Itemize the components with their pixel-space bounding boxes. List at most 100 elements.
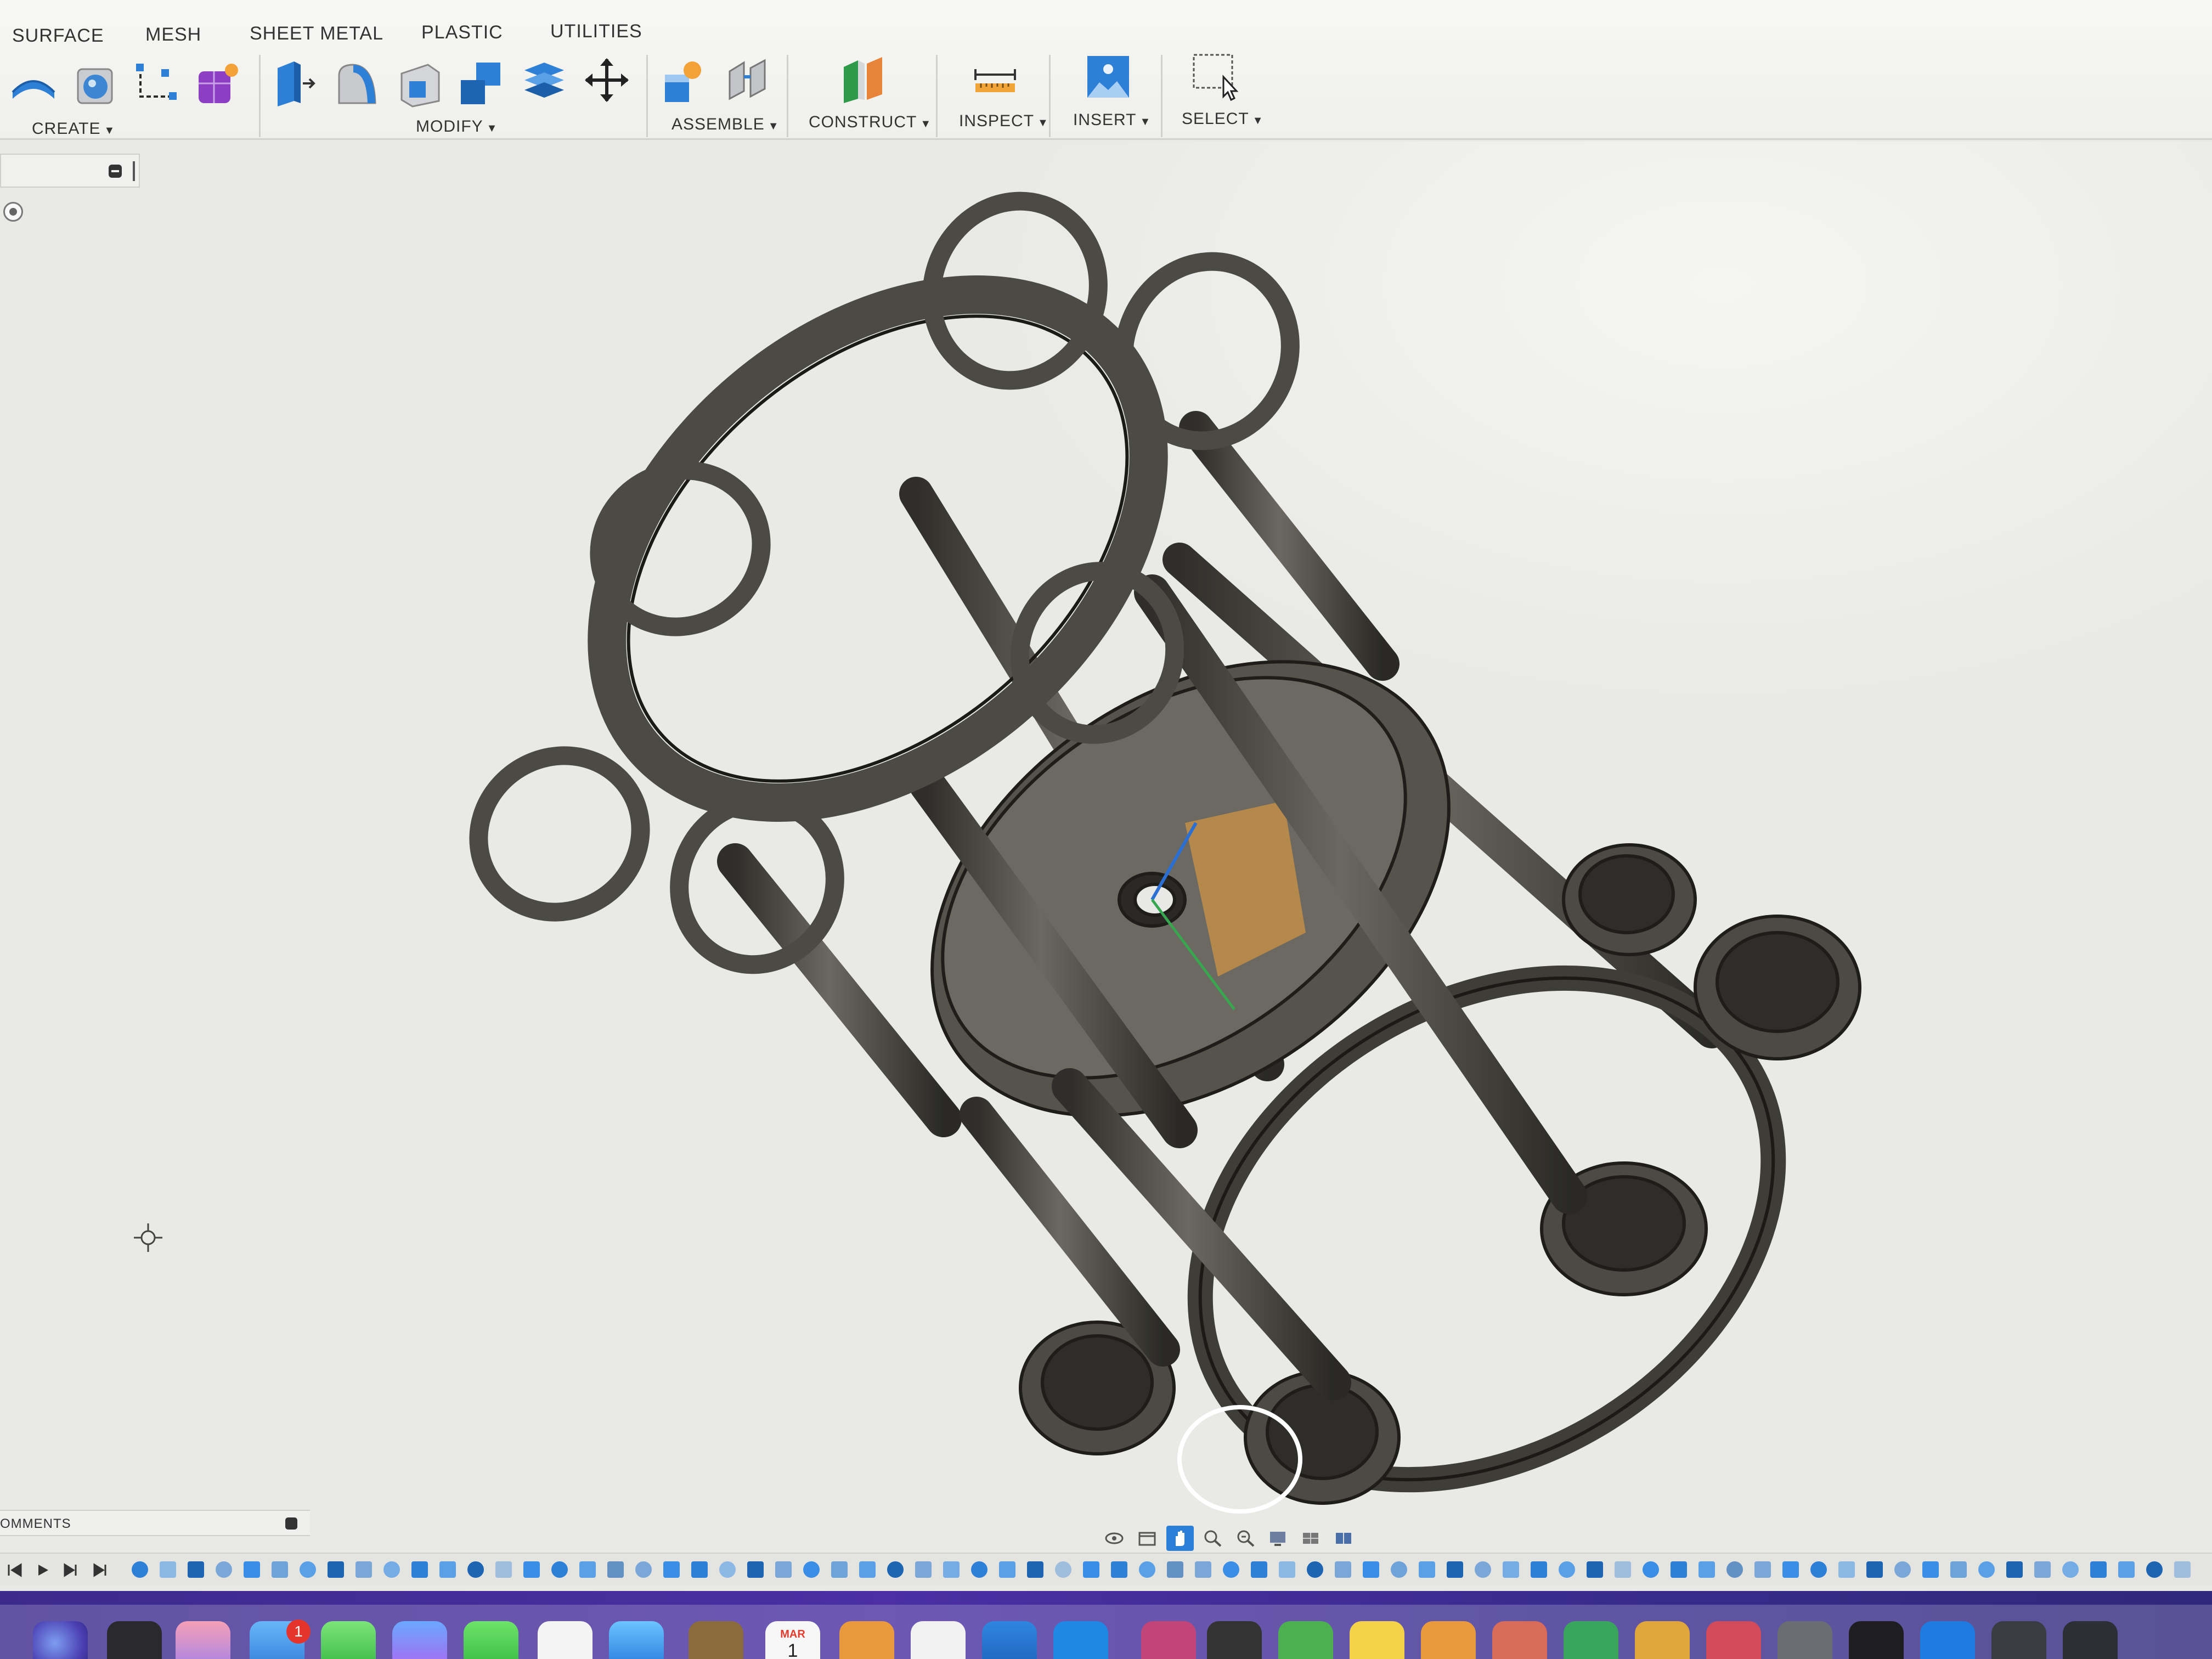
timeline-feature-icon[interactable] bbox=[1978, 1561, 1995, 1578]
timeline-feature-icon[interactable] bbox=[1251, 1561, 1267, 1578]
app-store-icon[interactable] bbox=[1920, 1621, 1975, 1659]
timeline-feature-icon[interactable] bbox=[2090, 1561, 2107, 1578]
timeline-feature-icon[interactable] bbox=[1782, 1561, 1799, 1578]
timeline-feature-icon[interactable] bbox=[523, 1561, 540, 1578]
timeline-feature-icon[interactable] bbox=[1559, 1561, 1575, 1578]
maps-app-icon[interactable] bbox=[1564, 1621, 1618, 1659]
modify-menu[interactable]: MODIFY ▼ bbox=[416, 117, 498, 136]
timeline-feature-icon[interactable] bbox=[831, 1561, 848, 1578]
notes-app-icon[interactable] bbox=[1350, 1621, 1404, 1659]
timeline-feature-icon[interactable] bbox=[859, 1561, 876, 1578]
select-menu[interactable]: SELECT ▼ bbox=[1182, 110, 1264, 128]
music-app-icon[interactable] bbox=[1706, 1621, 1761, 1659]
offset-plane-icon[interactable] bbox=[838, 54, 889, 104]
timeline-feature-icon[interactable] bbox=[747, 1561, 764, 1578]
numbers-app-icon[interactable] bbox=[1278, 1621, 1333, 1659]
timeline-feature-icon[interactable] bbox=[1475, 1561, 1491, 1578]
timeline-feature-icon[interactable] bbox=[132, 1561, 148, 1578]
timeline-feature-icon[interactable] bbox=[2118, 1561, 2135, 1578]
settings-app-icon[interactable] bbox=[1778, 1621, 1832, 1659]
timeline-first-icon[interactable] bbox=[5, 1561, 25, 1579]
revolve-sphere-icon[interactable] bbox=[70, 59, 121, 110]
books-app-icon[interactable] bbox=[1635, 1621, 1690, 1659]
timeline-feature-icon[interactable] bbox=[2062, 1561, 2079, 1578]
tv-app-icon[interactable] bbox=[1849, 1621, 1904, 1659]
timeline-feature-icon[interactable] bbox=[1083, 1561, 1099, 1578]
photos-app-icon[interactable] bbox=[1492, 1621, 1547, 1659]
zoom-icon[interactable] bbox=[1199, 1526, 1227, 1551]
timeline-feature-icon[interactable] bbox=[2174, 1561, 2191, 1578]
pan-icon[interactable] bbox=[1166, 1526, 1194, 1551]
timeline-feature-icon[interactable] bbox=[971, 1561, 988, 1578]
fusion-app-icon[interactable] bbox=[982, 1621, 1037, 1659]
safari-app-icon[interactable] bbox=[609, 1621, 664, 1659]
timeline-feature-icon[interactable] bbox=[439, 1561, 456, 1578]
timeline-feature-icon[interactable] bbox=[1363, 1561, 1379, 1578]
offset-face-icon[interactable] bbox=[519, 56, 569, 106]
timeline-feature-icon[interactable] bbox=[775, 1561, 792, 1578]
activity-app-icon[interactable] bbox=[911, 1621, 966, 1659]
stickies-app-icon[interactable] bbox=[1421, 1621, 1476, 1659]
create-menu[interactable]: CREATE ▼ bbox=[32, 120, 115, 138]
joint-icon[interactable] bbox=[722, 55, 772, 105]
new-component-icon[interactable] bbox=[658, 56, 709, 106]
tab-sheet-metal[interactable]: SHEET METAL bbox=[250, 23, 383, 44]
tab-plastic[interactable]: PLASTIC bbox=[421, 22, 503, 43]
orbit-icon[interactable] bbox=[1101, 1526, 1128, 1551]
sketch-lines-icon[interactable] bbox=[131, 58, 181, 109]
timeline-feature-icon[interactable] bbox=[1699, 1561, 1715, 1578]
tab-surface[interactable]: SURFACE bbox=[12, 25, 104, 47]
tab-mesh[interactable]: MESH bbox=[145, 24, 201, 46]
canvas-viewport[interactable] bbox=[0, 142, 2212, 1524]
timeline-feature-icon[interactable] bbox=[188, 1561, 204, 1578]
assemble-menu[interactable]: ASSEMBLE ▼ bbox=[672, 115, 780, 134]
timeline-feature-icon[interactable] bbox=[607, 1561, 624, 1578]
timeline-feature-icon[interactable] bbox=[1838, 1561, 1855, 1578]
fillet-icon[interactable] bbox=[331, 57, 382, 108]
construct-menu[interactable]: CONSTRUCT ▼ bbox=[809, 113, 932, 132]
timeline-feature-icon[interactable] bbox=[2034, 1561, 2051, 1578]
timeline-feature-icon[interactable] bbox=[999, 1561, 1015, 1578]
viewports-icon[interactable] bbox=[1331, 1526, 1358, 1551]
timeline-feature-icon[interactable] bbox=[1335, 1561, 1351, 1578]
timeline-feature-icon[interactable] bbox=[1754, 1561, 1771, 1578]
launchpad-app-icon[interactable] bbox=[176, 1621, 230, 1659]
timeline-feature-icon[interactable] bbox=[1223, 1561, 1239, 1578]
timeline-feature-icon[interactable] bbox=[2146, 1561, 2163, 1578]
timeline-feature-icon[interactable] bbox=[551, 1561, 568, 1578]
timeline-next-icon[interactable] bbox=[61, 1561, 81, 1579]
reminders-app-icon[interactable] bbox=[538, 1621, 592, 1659]
trash-icon[interactable] bbox=[2063, 1621, 2118, 1659]
timeline-feature-icon[interactable] bbox=[943, 1561, 960, 1578]
terminal-app-icon[interactable] bbox=[1207, 1621, 1262, 1659]
timeline-feature-icon[interactable] bbox=[1643, 1561, 1659, 1578]
timeline-feature-icon[interactable] bbox=[411, 1561, 428, 1578]
timeline-feature-icon[interactable] bbox=[1503, 1561, 1519, 1578]
timeline-feature-icon[interactable] bbox=[467, 1561, 484, 1578]
tab-utilities[interactable]: UTILITIES bbox=[550, 21, 642, 42]
combine-icon[interactable] bbox=[455, 57, 506, 108]
timeline-feature-icon[interactable] bbox=[244, 1561, 260, 1578]
facetime-app-icon[interactable] bbox=[464, 1621, 518, 1659]
timeline-feature-icon[interactable] bbox=[579, 1561, 596, 1578]
timeline-feature-icon[interactable] bbox=[1726, 1561, 1743, 1578]
timeline-feature-icon[interactable] bbox=[1447, 1561, 1463, 1578]
timeline-feature-icon[interactable] bbox=[691, 1561, 708, 1578]
timeline-feature-icon[interactable] bbox=[1615, 1561, 1631, 1578]
mission-control-app-icon[interactable] bbox=[107, 1621, 162, 1659]
timeline-feature-icon[interactable] bbox=[1922, 1561, 1939, 1578]
messages-app-icon[interactable] bbox=[321, 1621, 376, 1659]
finder-app-icon[interactable] bbox=[1053, 1621, 1108, 1659]
measure-icon[interactable] bbox=[970, 53, 1020, 103]
downloads-folder-icon[interactable] bbox=[1991, 1621, 2046, 1659]
timeline-feature-icon[interactable] bbox=[383, 1561, 400, 1578]
timeline-feature-icon[interactable] bbox=[635, 1561, 652, 1578]
timeline-feature-icon[interactable] bbox=[887, 1561, 904, 1578]
window-select-icon[interactable] bbox=[1189, 50, 1240, 101]
timeline-feature-icon[interactable] bbox=[1307, 1561, 1323, 1578]
timeline-last-icon[interactable] bbox=[90, 1561, 110, 1579]
timeline-feature-icon[interactable] bbox=[1139, 1561, 1155, 1578]
timeline-feature-icon[interactable] bbox=[1055, 1561, 1071, 1578]
timeline-feature-icon[interactable] bbox=[1279, 1561, 1295, 1578]
contacts-app-icon[interactable] bbox=[689, 1621, 743, 1659]
